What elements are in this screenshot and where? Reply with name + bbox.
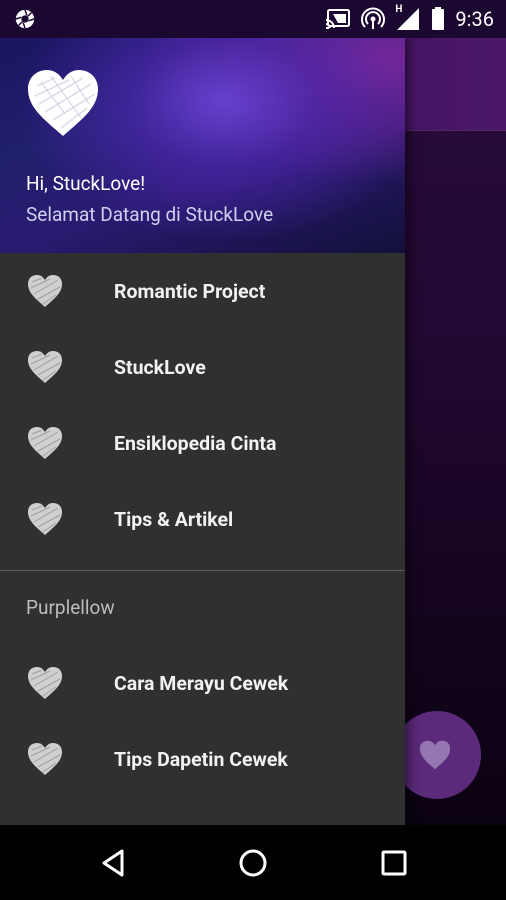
status-bar: H 9:36: [0, 0, 506, 38]
menu-item-ensiklopedia-cinta[interactable]: Ensiklopedia Cinta: [0, 405, 405, 481]
aperture-icon: [15, 9, 35, 29]
section-menu: Cara Merayu Cewek Tips Dapetin Cewek: [0, 645, 405, 797]
heart-icon: [28, 667, 62, 699]
menu-item-tips-artikel[interactable]: Tips & Artikel: [0, 481, 405, 557]
cast-icon: [326, 9, 351, 29]
home-icon[interactable]: [235, 845, 271, 881]
heart-icon: [28, 351, 62, 383]
navigation-drawer: Hi, StuckLove! Selamat Datang di StuckLo…: [0, 38, 405, 825]
hotspot-icon: [361, 7, 386, 29]
menu-item-label: Cara Merayu Cewek: [114, 671, 289, 695]
network-type-label: H: [395, 4, 403, 15]
menu-item-label: Ensiklopedia Cinta: [114, 431, 277, 455]
menu-item-cara-merayu-cewek[interactable]: Cara Merayu Cewek: [0, 645, 405, 721]
heart-icon: [28, 743, 62, 775]
menu-item-label: Tips Dapetin Cewek: [114, 747, 288, 771]
menu-item-stucklove[interactable]: StuckLove: [0, 329, 405, 405]
signal-icon: H: [395, 4, 421, 31]
heart-icon: [28, 503, 62, 535]
status-time: 9:36: [455, 7, 494, 31]
recents-icon[interactable]: [376, 845, 412, 881]
drawer-menu: Romantic Project StuckLove Ensiklopedia …: [0, 253, 405, 557]
navigation-bar: [0, 825, 506, 900]
header-subtitle: Selamat Datang di StuckLove: [26, 203, 274, 226]
menu-item-label: Romantic Project: [114, 279, 266, 303]
floating-action-button[interactable]: [393, 711, 481, 799]
header-greeting: Hi, StuckLove!: [26, 172, 146, 195]
section-title-label: Purplellow: [26, 596, 115, 619]
menu-item-label: StuckLove: [114, 355, 206, 379]
drawer-header: Hi, StuckLove! Selamat Datang di StuckLo…: [0, 38, 405, 253]
heart-icon: [419, 740, 451, 770]
heart-logo-icon: [28, 70, 98, 136]
section-title: Purplellow: [0, 571, 405, 645]
battery-icon: [432, 7, 445, 30]
menu-item-tips-dapetin-cewek[interactable]: Tips Dapetin Cewek: [0, 721, 405, 797]
heart-icon: [28, 427, 62, 459]
heart-icon: [28, 275, 62, 307]
menu-item-label: Tips & Artikel: [114, 507, 234, 531]
menu-item-romantic-project[interactable]: Romantic Project: [0, 253, 405, 329]
back-icon[interactable]: [96, 845, 132, 881]
